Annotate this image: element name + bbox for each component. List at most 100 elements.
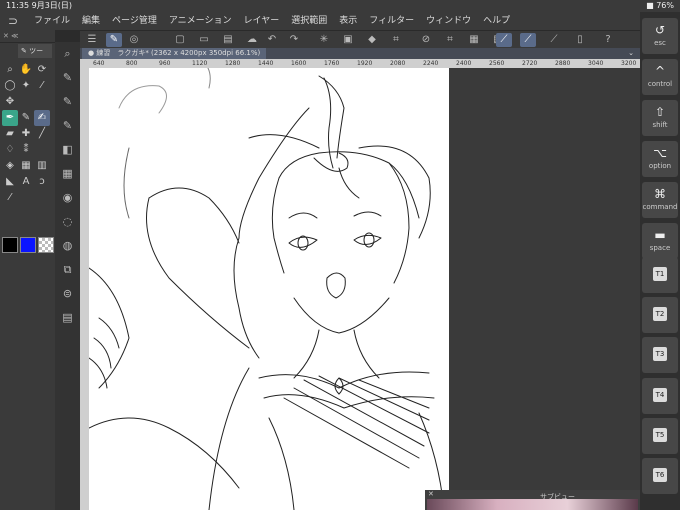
frame-icon[interactable]: ▥ (34, 158, 50, 174)
canvas-area[interactable] (89, 68, 640, 510)
balloon-icon[interactable]: ↄ (34, 174, 50, 190)
shift-key[interactable]: ⇧ shift (642, 100, 678, 136)
ruler-label: 2560 (489, 60, 505, 67)
tool-property-icon[interactable]: ✎ (55, 90, 80, 114)
sub-view-panel[interactable]: ✕ サブビュー (425, 490, 640, 510)
zoom-icon[interactable]: ⌕ (2, 62, 18, 78)
color-swatches (2, 237, 54, 253)
fill-icon[interactable]: ◆ (364, 33, 380, 47)
loading-icon[interactable]: ✳ (316, 33, 332, 47)
menu-file[interactable]: ファイル (34, 12, 70, 30)
sub-view-image (427, 499, 638, 510)
ruler-label: 3040 (588, 60, 604, 67)
pencil-icon[interactable]: ✎ (18, 110, 34, 126)
sub-color-swatch[interactable] (20, 237, 36, 253)
navigator-icon[interactable]: ◌ (55, 210, 80, 234)
device-icon[interactable]: ▯ (572, 33, 588, 47)
menu-animation[interactable]: アニメーション (169, 12, 232, 30)
t2-key[interactable]: T2 (642, 297, 678, 333)
line-icon[interactable]: ╱ (34, 126, 50, 142)
document-tab[interactable]: ● 練習 ラクガキ* (2362 x 4200px 350dpi 66.1%) (82, 48, 267, 59)
space-key[interactable]: ▬ space (642, 223, 678, 259)
redo-icon[interactable]: ↷ (286, 33, 302, 47)
command-key[interactable]: ⌘ command (642, 182, 678, 218)
correct-line-icon[interactable]: ⁄ (2, 190, 18, 206)
control-key[interactable]: ^ control (642, 59, 678, 95)
rotate-icon[interactable]: ⟳ (34, 62, 50, 78)
crop-icon[interactable]: ⌗ (442, 33, 458, 47)
ruler-snap-icon[interactable]: ⟋ (496, 33, 512, 47)
t4-key[interactable]: T4 (642, 378, 678, 414)
t1-label: T1 (653, 267, 667, 281)
t6-key[interactable]: T6 (642, 458, 678, 494)
tool-panel-header[interactable]: ✕ ≪ (0, 30, 55, 43)
marker-icon[interactable]: ✚ (18, 126, 34, 142)
new-file-icon[interactable]: ▢ (172, 33, 188, 47)
magic-wand-icon[interactable]: ✦ (18, 78, 34, 94)
airbrush-icon[interactable]: ⁑ (18, 142, 34, 158)
main-color-swatch[interactable] (2, 237, 18, 253)
gradient-icon[interactable]: ▦ (18, 158, 34, 174)
key-label: option (648, 162, 672, 170)
ruler-label: 2880 (555, 60, 571, 67)
sub-tool-icon[interactable]: ✎ (55, 114, 80, 138)
history-icon[interactable]: ▤ (55, 306, 80, 330)
deselect-icon[interactable]: ⊘ (418, 33, 434, 47)
color-set-icon[interactable]: ▦ (55, 162, 80, 186)
undo-icon[interactable]: ↶ (264, 33, 280, 47)
save-icon[interactable]: ▤ (220, 33, 236, 47)
clip-studio-logo-icon[interactable]: ⊃ (8, 14, 22, 28)
text-icon[interactable]: A (18, 174, 34, 190)
menu-page[interactable]: ページ管理 (112, 12, 157, 30)
command-icon: ⌘ (654, 187, 666, 201)
grid-snap-icon[interactable]: ⟋ (546, 33, 562, 47)
hand-icon[interactable]: ✋ (18, 62, 34, 78)
layer-stack-icon[interactable]: ⊜ (55, 282, 80, 306)
eyedropper-icon[interactable]: ⁄ (34, 78, 50, 94)
close-icon[interactable]: ✕ (428, 490, 434, 498)
t5-key[interactable]: T5 (642, 418, 678, 454)
blend-icon[interactable]: ♢ (2, 142, 18, 158)
layer-property-icon[interactable]: ◉ (55, 186, 80, 210)
document-tab-bar: ● 練習 ラクガキ* (2362 x 4200px 350dpi 66.1%) … (80, 48, 640, 59)
t1-key[interactable]: T1 (642, 257, 678, 293)
eraser-icon[interactable]: ▰ (2, 126, 18, 142)
color-wheel-icon[interactable]: ◧ (55, 138, 80, 162)
transparent-swatch[interactable] (38, 237, 54, 253)
fill-bucket-icon[interactable]: ◈ (2, 158, 18, 174)
move-icon[interactable]: ✥ (2, 94, 18, 110)
t3-key[interactable]: T3 (642, 337, 678, 373)
search-icon[interactable]: ⌕ (55, 42, 80, 66)
canvas-paper[interactable] (89, 68, 449, 510)
material-icon[interactable]: ◍ (55, 234, 80, 258)
transform-icon[interactable]: ⌗ (388, 33, 404, 47)
brush-icon[interactable]: ✍ (34, 110, 50, 126)
esc-key[interactable]: ↺ esc (642, 18, 678, 54)
menu-edit[interactable]: 編集 (82, 12, 100, 30)
shape-icon[interactable]: ◣ (2, 174, 18, 190)
option-key[interactable]: ⌥ option (642, 141, 678, 177)
menu-window[interactable]: ウィンドウ (426, 12, 471, 30)
open-icon[interactable]: ▭ (196, 33, 212, 47)
menu-selection[interactable]: 選択範囲 (291, 12, 327, 30)
ruler-label: 2240 (423, 60, 439, 67)
brush-size-icon[interactable]: ✎ (55, 66, 80, 90)
lasso-icon[interactable]: ◯ (2, 78, 18, 94)
camera-icon[interactable]: ◎ (126, 33, 142, 47)
edit-mode-icon[interactable]: ✎ (106, 33, 122, 47)
menu-view[interactable]: 表示 (339, 12, 357, 30)
menu-filter[interactable]: フィルター (369, 12, 414, 30)
pen-icon[interactable]: ✒ (2, 110, 18, 126)
cloud-icon[interactable]: ☁ (244, 33, 260, 47)
clear-icon[interactable]: ▣ (340, 33, 356, 47)
chevron-down-icon[interactable]: ⌄ (628, 48, 634, 59)
menu-icon[interactable]: ☰ (84, 33, 100, 47)
menu-help[interactable]: ヘルプ (483, 12, 510, 30)
select-all-icon[interactable]: ▦ (466, 33, 482, 47)
help-icon[interactable]: ? (600, 33, 616, 47)
layer-icon[interactable]: ⧉ (55, 258, 80, 282)
menu-layer[interactable]: レイヤー (244, 12, 280, 30)
tool-property-tab[interactable]: ✎ ツー (18, 44, 52, 58)
special-ruler-icon[interactable]: ⟋ (520, 33, 536, 47)
ruler-label: 1120 (192, 60, 208, 67)
